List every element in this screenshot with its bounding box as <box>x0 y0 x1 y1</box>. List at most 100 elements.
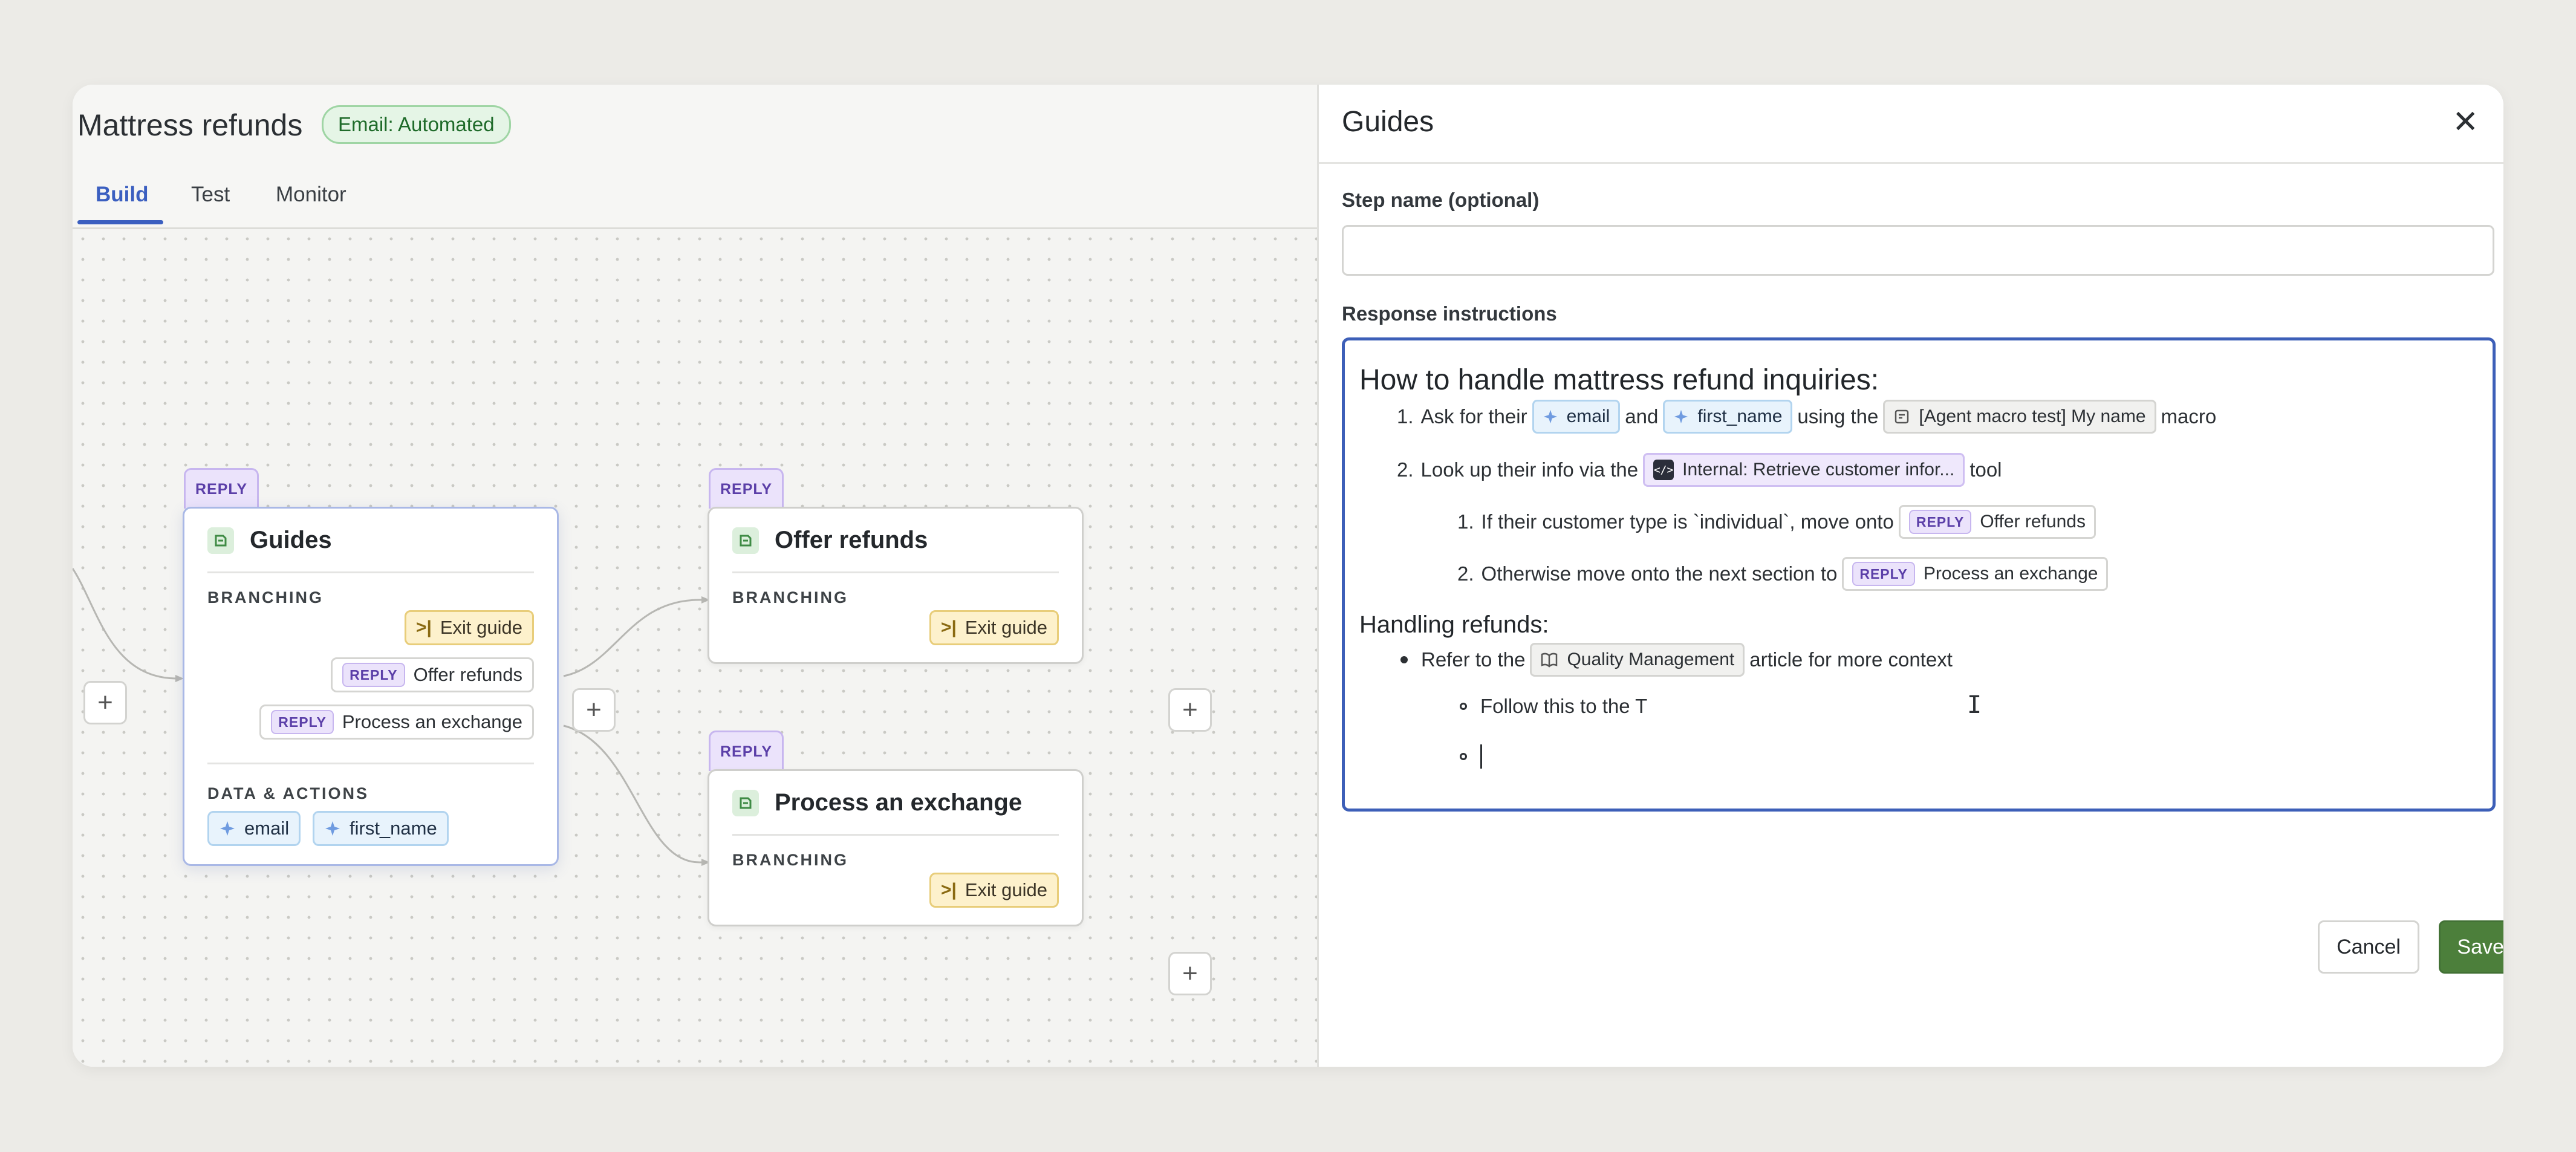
chip-label: email <box>1566 406 1610 426</box>
list-number: 1. <box>1457 510 1474 533</box>
app-window: Mattress refunds Email: Automated Build … <box>73 85 2503 1067</box>
text-caret <box>1480 744 1482 769</box>
list-number: 1. <box>1397 405 1414 428</box>
node-guides[interactable]: Guides BRANCHING >| Exit guide REPLY Off… <box>183 507 559 866</box>
branch-label: Process an exchange <box>342 711 522 732</box>
reply-tag: REPLY <box>1852 562 1915 586</box>
branch-exit-guide[interactable]: >| Exit guide <box>404 610 534 645</box>
save-step-button[interactable]: Save step <box>2439 920 2503 974</box>
macro-icon <box>1895 409 1909 424</box>
guide-node-icon <box>732 527 759 554</box>
instruction-text: using the <box>1797 405 1879 428</box>
text-cursor-icon: I <box>1967 691 1982 719</box>
list-number: 2. <box>1397 458 1414 481</box>
divider <box>732 571 1059 573</box>
instructions-label: Response instructions <box>1342 302 1557 325</box>
node-title: Offer refunds <box>775 527 928 553</box>
code-icon: </> <box>1653 460 1674 480</box>
bullet <box>1460 753 1467 760</box>
step-editor-panel: Guides ✕ Step name (optional) Response i… <box>1317 85 2503 1067</box>
book-icon <box>1541 652 1558 668</box>
node-title: Guides <box>250 527 332 553</box>
add-step-button[interactable]: + <box>1168 952 1212 995</box>
data-var-email[interactable]: email <box>207 811 301 846</box>
chip-label: Internal: Retrieve customer infor... <box>1682 460 1955 480</box>
instruction-text: Look up their info via the <box>1420 458 1639 481</box>
sparkle-icon <box>1543 409 1557 424</box>
divider <box>207 571 534 573</box>
branch-label: Exit guide <box>964 879 1047 900</box>
panel-title: Guides <box>1342 106 1434 138</box>
node-tag-reply: REPLY <box>709 468 784 509</box>
list-number: 2. <box>1457 562 1474 585</box>
reply-chip-offer-refunds[interactable]: REPLY Offer refunds <box>1898 505 2096 539</box>
sparkle-icon <box>1674 409 1688 424</box>
instruction-line <box>1460 744 1482 769</box>
exit-icon: >| <box>940 617 957 637</box>
exit-icon: >| <box>415 617 432 637</box>
tool-chip[interactable]: </> Internal: Retrieve customer infor... <box>1643 453 1965 487</box>
step-name-input[interactable] <box>1342 225 2494 276</box>
instruction-text: macro <box>2161 405 2217 428</box>
branching-label: BRANCHING <box>207 588 324 607</box>
branch-process-exchange[interactable]: REPLY Process an exchange <box>259 705 534 740</box>
branch-exit-guide[interactable]: >| Exit guide <box>929 610 1059 645</box>
instruction-line: 2. Otherwise move onto the next section … <box>1457 557 2113 591</box>
add-step-button[interactable]: + <box>572 688 616 732</box>
instruction-text: If their customer type is `individual`, … <box>1481 510 1894 533</box>
node-offer-refunds[interactable]: Offer refunds BRANCHING >| Exit guide <box>707 507 1084 664</box>
macro-chip[interactable]: [Agent macro test] My name <box>1883 400 2156 434</box>
branching-label: BRANCHING <box>732 851 848 869</box>
divider <box>207 763 534 764</box>
sparkle-icon <box>220 821 235 836</box>
instruction-line: 2. Look up their info via the </> Intern… <box>1397 453 2002 487</box>
chip-label: Quality Management <box>1567 649 1735 669</box>
chip-label: [Agent macro test] My name <box>1919 406 2146 426</box>
cancel-button[interactable]: Cancel <box>2318 920 2419 974</box>
reply-tag: REPLY <box>1908 510 1972 534</box>
workflow-canvas[interactable]: Mattress refunds Email: Automated Build … <box>73 85 1317 1067</box>
reply-tag: REPLY <box>271 710 334 734</box>
var-label: first_name <box>350 818 437 839</box>
node-process-exchange[interactable]: Process an exchange BRANCHING >| Exit gu… <box>707 769 1084 926</box>
add-step-button[interactable]: + <box>83 681 127 724</box>
branch-exit-guide[interactable]: >| Exit guide <box>929 873 1059 908</box>
panel-header: Guides ✕ <box>1319 85 2503 164</box>
data-var-first-name[interactable]: first_name <box>313 811 449 846</box>
variable-chip-email[interactable]: email <box>1532 400 1621 434</box>
add-step-button[interactable]: + <box>1168 688 1212 732</box>
chip-label: Process an exchange <box>1923 564 2098 584</box>
editor-heading: How to handle mattress refund inquiries: <box>1359 364 1879 396</box>
article-chip[interactable]: Quality Management <box>1530 643 1745 677</box>
bullet <box>1460 703 1467 710</box>
branch-label: Exit guide <box>964 617 1047 638</box>
node-title: Process an exchange <box>775 789 1023 816</box>
instruction-line: 1. If their customer type is `individual… <box>1457 505 2101 539</box>
instruction-text: Otherwise move onto the next section to <box>1481 562 1838 585</box>
node-tag-reply: REPLY <box>709 731 784 771</box>
var-label: email <box>244 818 290 839</box>
branching-label: BRANCHING <box>732 588 848 607</box>
instruction-line: 1. Ask for their email and first_name us… <box>1397 400 2216 434</box>
bullet <box>1400 656 1408 663</box>
response-instructions-editor[interactable]: How to handle mattress refund inquiries:… <box>1342 337 2496 812</box>
instruction-text: and <box>1625 405 1659 428</box>
instruction-text: Follow this to the T <box>1480 695 1648 717</box>
guide-node-icon <box>732 789 759 816</box>
guide-node-icon <box>207 527 234 554</box>
instruction-text: tool <box>1969 458 2002 481</box>
exit-icon: >| <box>940 880 957 900</box>
sparkle-icon <box>325 821 340 836</box>
data-actions-label: DATA & ACTIONS <box>207 784 369 802</box>
close-icon[interactable]: ✕ <box>2452 106 2479 138</box>
divider <box>732 834 1059 836</box>
node-tag-reply: REPLY <box>184 468 259 509</box>
instruction-line: Refer to the Quality Management article … <box>1400 643 1953 677</box>
branch-label: Offer refunds <box>413 664 522 685</box>
variable-chip-first-name[interactable]: first_name <box>1663 400 1793 434</box>
instruction-text: Refer to the <box>1421 648 1526 671</box>
step-name-label: Step name (optional) <box>1342 189 1540 211</box>
chip-label: Offer refunds <box>1980 512 2086 532</box>
reply-chip-process-exchange[interactable]: REPLY Process an exchange <box>1842 557 2109 591</box>
branch-offer-refunds[interactable]: REPLY Offer refunds <box>331 657 534 692</box>
